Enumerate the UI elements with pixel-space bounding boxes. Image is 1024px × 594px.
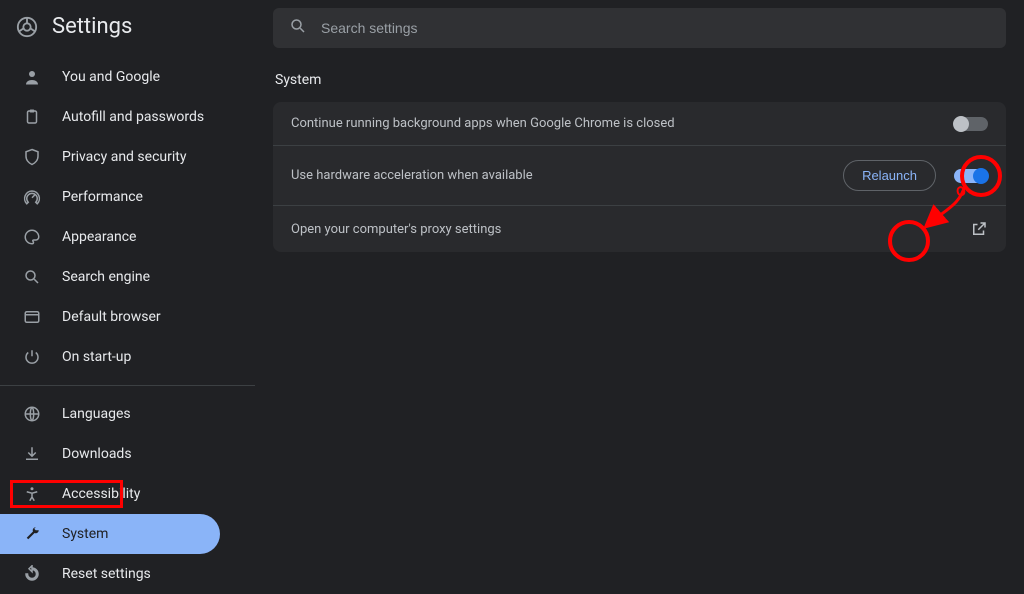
sidebar-item-label: Autofill and passwords [62,109,204,125]
row-label: Continue running background apps when Go… [291,116,675,131]
row-label: Use hardware acceleration when available [291,168,533,183]
sidebar-item-on-startup[interactable]: On start-up [0,337,255,377]
sidebar-item-accessibility[interactable]: Accessibility [0,474,255,514]
chrome-logo-icon [16,16,38,38]
search-bar[interactable] [273,8,1006,48]
toggle-hardware-accel[interactable] [954,169,988,183]
search-icon [289,17,307,39]
reset-icon [22,564,42,584]
relaunch-button[interactable]: Relaunch [843,160,936,191]
open-external-icon [970,220,988,238]
sidebar-item-performance[interactable]: Performance [0,177,255,217]
sidebar-item-label: Privacy and security [62,149,186,165]
shield-icon [22,147,42,167]
search-icon [22,267,42,287]
sidebar-item-search-engine[interactable]: Search engine [0,257,255,297]
globe-icon [22,404,42,424]
sidebar-item-privacy[interactable]: Privacy and security [0,137,255,177]
sidebar-item-label: Accessibility [62,486,140,502]
row-label: Open your computer's proxy settings [291,222,501,237]
sidebar-item-label: Reset settings [62,566,151,582]
sidebar-item-label: Default browser [62,309,161,325]
system-card: Continue running background apps when Go… [273,102,1006,252]
row-proxy-settings[interactable]: Open your computer's proxy settings [273,206,1006,252]
search-input[interactable] [321,20,990,36]
row-hardware-accel: Use hardware acceleration when available… [273,146,1006,206]
row-background-apps: Continue running background apps when Go… [273,102,1006,146]
sidebar-item-reset[interactable]: Reset settings [0,554,255,594]
settings-header: Settings [0,14,255,57]
sidebar: Settings You and Google Autofill and pas… [0,0,255,553]
sidebar-item-label: You and Google [62,69,160,85]
accessibility-icon [22,484,42,504]
sidebar-item-you-and-google[interactable]: You and Google [0,57,255,97]
sidebar-item-label: System [62,526,108,542]
clipboard-icon [22,107,42,127]
sidebar-item-autofill[interactable]: Autofill and passwords [0,97,255,137]
sidebar-item-downloads[interactable]: Downloads [0,434,255,474]
toggle-background-apps[interactable] [954,117,988,131]
sidebar-item-label: On start-up [62,349,131,365]
download-icon [22,444,42,464]
sidebar-item-label: Appearance [62,229,136,245]
sidebar-item-label: Downloads [62,446,132,462]
palette-icon [22,227,42,247]
sidebar-item-languages[interactable]: Languages [0,394,255,434]
sidebar-item-label: Languages [62,406,131,422]
power-icon [22,347,42,367]
person-icon [22,67,42,87]
sidebar-item-system[interactable]: System [0,514,220,554]
wrench-icon [22,524,42,544]
browser-icon [22,307,42,327]
settings-title: Settings [52,14,132,39]
sidebar-item-appearance[interactable]: Appearance [0,217,255,257]
section-title: System [273,72,1006,88]
sidebar-item-label: Search engine [62,269,150,285]
sidebar-item-label: Performance [62,189,143,205]
speed-icon [22,187,42,207]
sidebar-divider [0,385,255,386]
main-content: System Continue running background apps … [255,0,1024,553]
sidebar-item-default-browser[interactable]: Default browser [0,297,255,337]
